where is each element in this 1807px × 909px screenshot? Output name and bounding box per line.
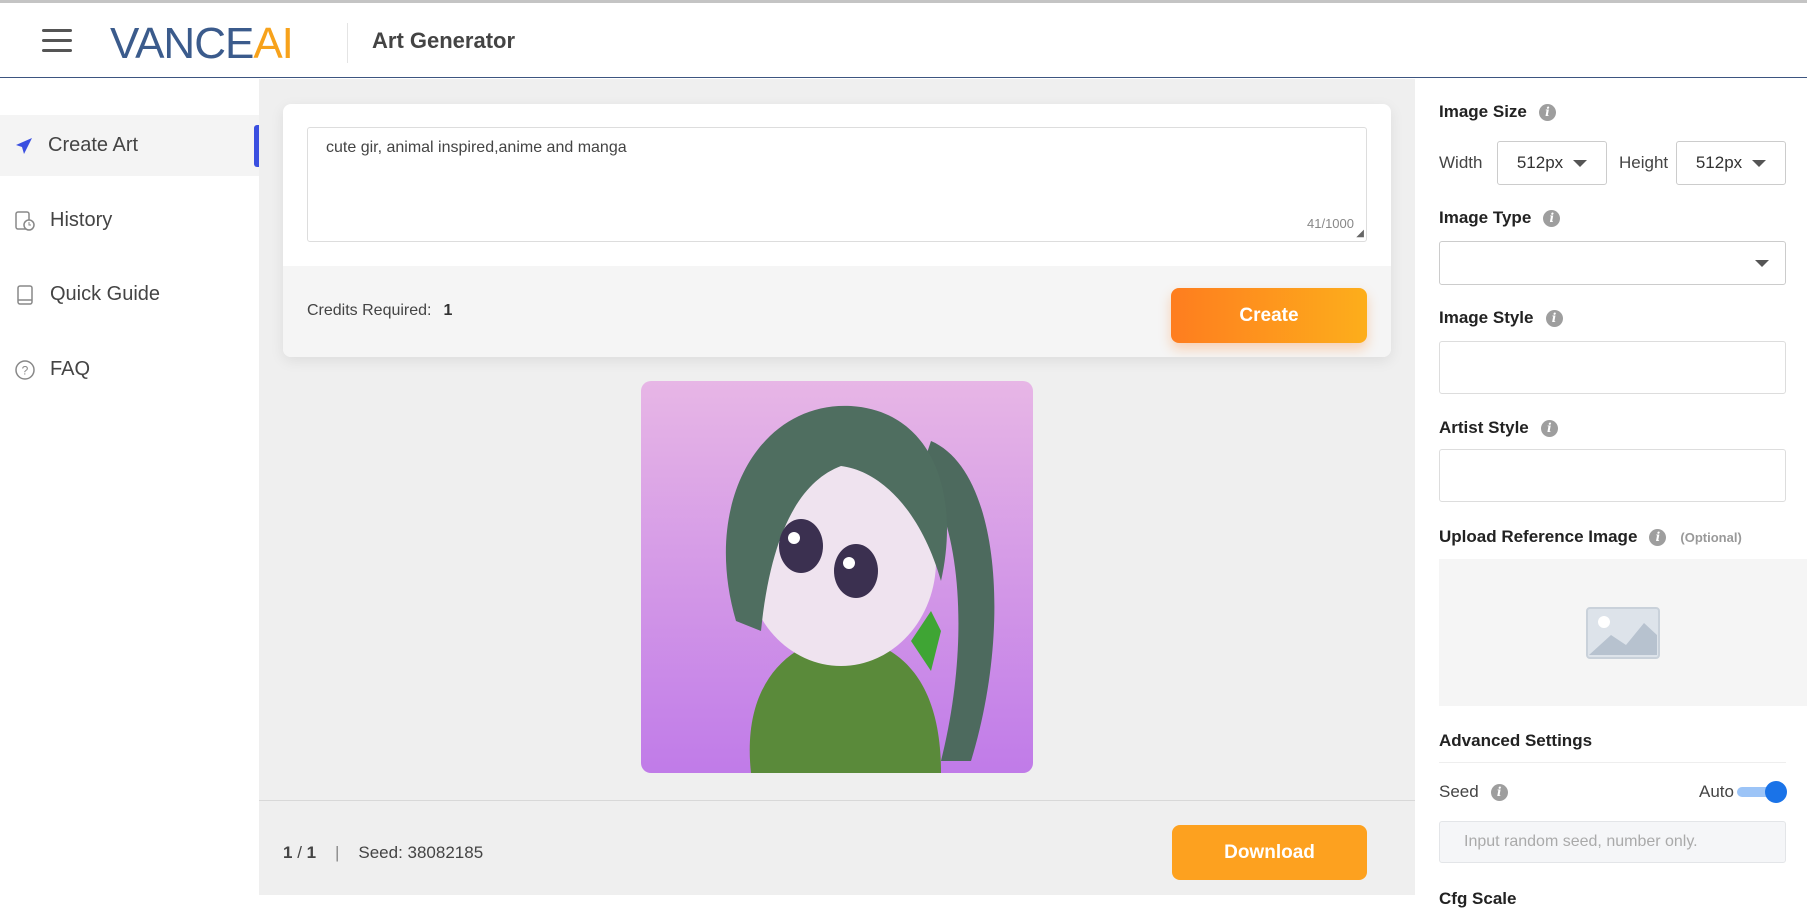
- info-icon[interactable]: i: [1538, 103, 1556, 121]
- prompt-textarea[interactable]: cute gir, animal inspired,anime and mang…: [307, 127, 1367, 242]
- history-icon: [15, 210, 35, 231]
- prompt-card: cute gir, animal inspired,anime and mang…: [283, 104, 1391, 357]
- resize-handle[interactable]: ◢: [1356, 228, 1364, 239]
- book-icon: [17, 284, 33, 305]
- sidebar-item-label: History: [50, 209, 113, 231]
- upload-label: Upload Reference Image i (Optional): [1439, 527, 1742, 546]
- menu-icon[interactable]: [42, 29, 72, 53]
- sidebar-item-quick-guide[interactable]: Quick Guide: [0, 264, 259, 325]
- char-count: 41/1000: [1307, 216, 1354, 231]
- main-area: cute gir, animal inspired,anime and mang…: [259, 79, 1415, 895]
- sidebar-item-label: Create Art: [48, 134, 139, 156]
- sidebar-item-history[interactable]: History: [0, 190, 259, 251]
- auto-seed-toggle[interactable]: [1737, 781, 1787, 803]
- credits-required: Credits Required: 1: [307, 302, 453, 319]
- result-info: 1 / 1 | Seed: 38082185: [283, 843, 484, 862]
- svg-text:?: ?: [22, 363, 29, 377]
- image-style-label: Image Style i: [1439, 308, 1563, 328]
- width-select[interactable]: 512px: [1497, 141, 1607, 185]
- create-button[interactable]: Create: [1171, 288, 1367, 343]
- image-size-label: Image Size i: [1439, 102, 1556, 122]
- artist-style-label: Artist Style i: [1439, 418, 1558, 438]
- sidebar-item-label: FAQ: [50, 358, 91, 380]
- upload-reference-dropzone[interactable]: [1439, 559, 1807, 706]
- image-style-input[interactable]: [1439, 341, 1786, 394]
- info-icon[interactable]: i: [1490, 783, 1508, 801]
- header-divider: [347, 23, 348, 63]
- question-circle-icon: ?: [15, 359, 35, 380]
- download-button[interactable]: Download: [1172, 825, 1367, 880]
- image-placeholder-icon: [1586, 606, 1660, 659]
- page-title: Art Generator: [372, 28, 516, 53]
- caret-down-icon: [1573, 159, 1588, 167]
- cfg-scale-label: Cfg Scale: [1439, 889, 1517, 908]
- seed-input[interactable]: Input random seed, number only.: [1439, 821, 1786, 863]
- info-icon[interactable]: i: [1540, 419, 1558, 437]
- height-select[interactable]: 512px: [1676, 141, 1786, 185]
- sidebar-item-faq[interactable]: ? FAQ: [0, 339, 259, 400]
- image-type-label: Image Type i: [1439, 208, 1561, 228]
- settings-panel: Image Size i Width 512px Height 512px Ima…: [1415, 79, 1807, 908]
- artist-style-input[interactable]: [1439, 449, 1786, 502]
- info-icon[interactable]: i: [1545, 309, 1563, 327]
- advanced-settings-heading: Advanced Settings: [1439, 731, 1593, 750]
- caret-down-icon: [1755, 259, 1769, 267]
- generated-image[interactable]: [641, 381, 1033, 773]
- height-label: Height: [1619, 153, 1669, 172]
- paper-plane-icon: [16, 137, 32, 154]
- image-type-select[interactable]: [1439, 241, 1786, 285]
- sidebar-item-label: Quick Guide: [50, 283, 161, 305]
- header: VANCEAI Art Generator: [0, 3, 1807, 78]
- card-footer: Credits Required: 1 Create: [283, 266, 1391, 357]
- info-icon[interactable]: i: [1543, 209, 1561, 227]
- divider: [259, 800, 1415, 801]
- seed-value: Seed: 38082185: [358, 843, 484, 862]
- caret-down-icon: [1752, 159, 1767, 167]
- sidebar-item-create-art[interactable]: Create Art: [0, 115, 259, 176]
- info-icon[interactable]: i: [1649, 528, 1667, 546]
- width-label: Width: [1439, 153, 1483, 172]
- sidebar: Create Art History Quick Guide ? FAQ: [0, 79, 259, 895]
- auto-label: Auto: [1699, 782, 1734, 801]
- logo[interactable]: VANCEAI: [110, 19, 294, 69]
- seed-label: Seed i: [1439, 782, 1508, 802]
- divider: [1439, 762, 1786, 763]
